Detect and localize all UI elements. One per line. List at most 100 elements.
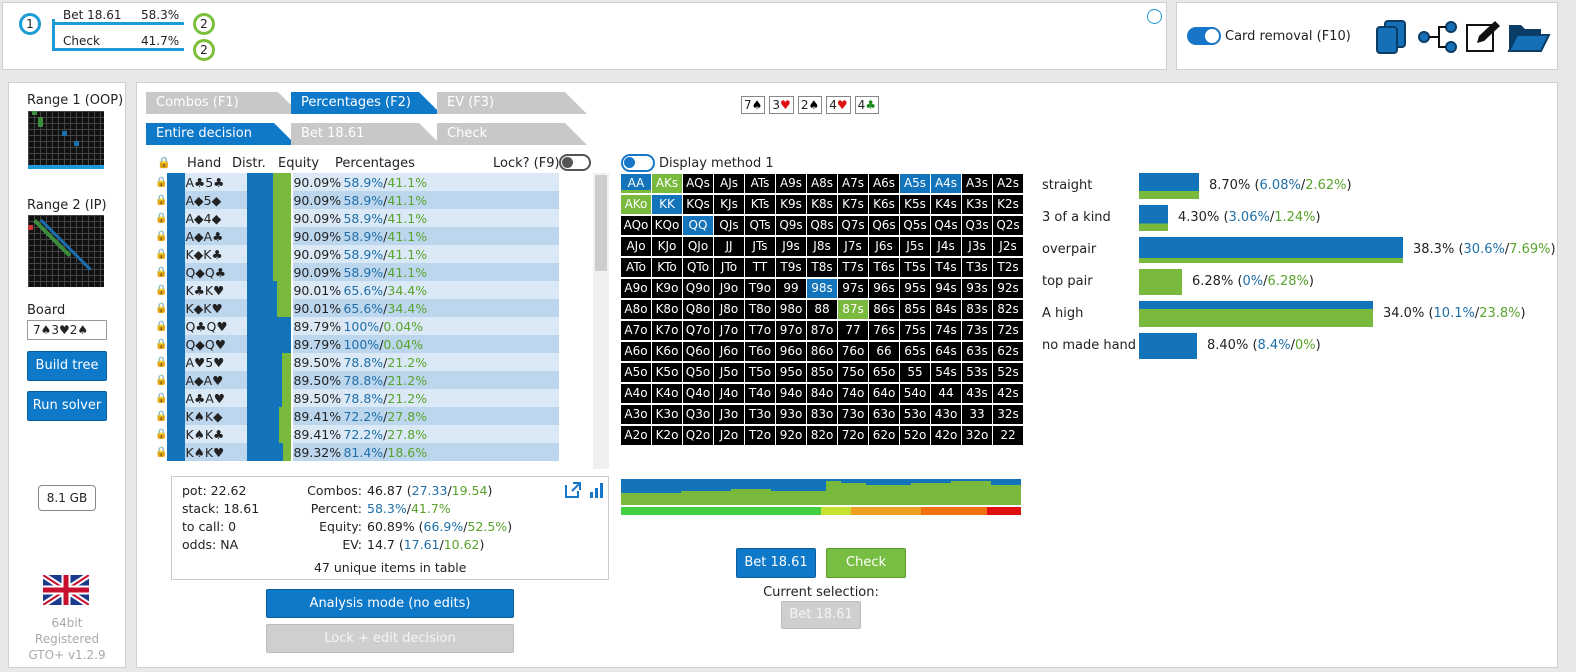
grid-cell[interactable]: Q6o	[683, 342, 713, 361]
table-row[interactable]: 🔒 A♣5♣ 90.09% 58.9%/41.1%	[155, 173, 560, 191]
grid-cell[interactable]: 92s	[993, 279, 1023, 298]
grid-cell[interactable]: 42s	[993, 384, 1023, 403]
grid-cell[interactable]: J5o	[714, 363, 744, 382]
grid-cell[interactable]: T5o	[745, 363, 775, 382]
grid-cell[interactable]: 95o	[776, 363, 806, 382]
analysis-mode-button[interactable]: Analysis mode (no edits)	[266, 589, 514, 618]
grid-cell[interactable]: QJs	[714, 216, 744, 235]
grid-cell[interactable]: J9s	[776, 237, 806, 256]
grid-cell[interactable]: K7o	[652, 321, 682, 340]
grid-cell[interactable]: 66	[869, 342, 899, 361]
table-row[interactable]: 🔒 A◆A♣ 90.09% 58.9%/41.1%	[155, 227, 560, 245]
grid-cell[interactable]: KTs	[745, 195, 775, 214]
grid-cell[interactable]: A6o	[621, 342, 651, 361]
grid-cell[interactable]: 86s	[869, 300, 899, 319]
lock-icon[interactable]: 🔒	[155, 425, 168, 443]
grid-cell[interactable]: 32s	[993, 405, 1023, 424]
grid-cell[interactable]: 93s	[962, 279, 992, 298]
col-percentages[interactable]: Percentages	[335, 156, 415, 171]
grid-cell[interactable]: Q2s	[993, 216, 1023, 235]
grid-cell[interactable]: ATo	[621, 258, 651, 277]
table-row[interactable]: 🔒 K♠K♥ 89.32% 81.4%/18.6%	[155, 443, 560, 461]
grid-cell[interactable]: K6o	[652, 342, 682, 361]
grid-cell[interactable]: J7s	[838, 237, 868, 256]
grid-cell[interactable]: 63o	[869, 405, 899, 424]
build-tree-button[interactable]: Build tree	[27, 351, 107, 381]
copy-icon[interactable]	[1375, 19, 1409, 55]
grid-cell[interactable]: A8s	[807, 174, 837, 193]
check-action-button[interactable]: Check	[826, 548, 906, 578]
lock-icon[interactable]: 🔒	[155, 209, 168, 227]
table-row[interactable]: 🔒 A◆5◆ 90.09% 58.9%/41.1%	[155, 191, 560, 209]
child-node-bet[interactable]: 2	[193, 13, 215, 35]
grid-cell[interactable]: A2s	[993, 174, 1023, 193]
grid-cell[interactable]: K4o	[652, 384, 682, 403]
lock-icon[interactable]: 🔒	[155, 443, 168, 461]
grid-cell[interactable]: 33	[962, 405, 992, 424]
grid-cell[interactable]: AQo	[621, 216, 651, 235]
grid-cell[interactable]: 73s	[962, 321, 992, 340]
table-row[interactable]: 🔒 K◆K♣ 90.09% 58.9%/41.1%	[155, 245, 560, 263]
table-scrollbar[interactable]	[593, 173, 609, 469]
grid-cell[interactable]: 22	[993, 426, 1023, 445]
grid-cell[interactable]: J8o	[714, 300, 744, 319]
grid-cell[interactable]: ATs	[745, 174, 775, 193]
grid-cell[interactable]: A5o	[621, 363, 651, 382]
grid-cell[interactable]: QQ	[683, 216, 713, 235]
grid-cell[interactable]: T6s	[869, 258, 899, 277]
tab-check[interactable]: Check	[437, 123, 587, 145]
grid-cell[interactable]: Q3s	[962, 216, 992, 235]
grid-cell[interactable]: 77	[838, 321, 868, 340]
grid-cell[interactable]: T8o	[745, 300, 775, 319]
grid-cell[interactable]: T2s	[993, 258, 1023, 277]
grid-cell[interactable]: 75s	[900, 321, 930, 340]
lock-toggle[interactable]	[559, 154, 591, 171]
grid-cell[interactable]: 86o	[807, 342, 837, 361]
lock-icon[interactable]: 🔒	[155, 317, 168, 335]
grid-cell[interactable]: T7o	[745, 321, 775, 340]
grid-cell[interactable]: 54s	[931, 363, 961, 382]
grid-cell[interactable]: Q8s	[807, 216, 837, 235]
grid-cell[interactable]: K2o	[652, 426, 682, 445]
grid-cell[interactable]: AKs	[652, 174, 682, 193]
grid-cell[interactable]: 72o	[838, 426, 868, 445]
grid-cell[interactable]: K9o	[652, 279, 682, 298]
grid-cell[interactable]: A4s	[931, 174, 961, 193]
table-row[interactable]: 🔒 A♥5♥ 89.50% 78.8%/21.2%	[155, 353, 560, 371]
tab-entire-decision[interactable]: Entire decision	[146, 123, 296, 145]
grid-cell[interactable]: AA	[621, 174, 651, 193]
category-bar[interactable]	[1139, 205, 1168, 231]
grid-cell[interactable]: 75o	[838, 363, 868, 382]
grid-cell[interactable]: J4o	[714, 384, 744, 403]
grid-cell[interactable]: A6s	[869, 174, 899, 193]
grid-cell[interactable]: J5s	[900, 237, 930, 256]
lock-icon[interactable]: 🔒	[155, 299, 168, 317]
lock-icon[interactable]: 🔒	[155, 245, 168, 263]
tab-ev[interactable]: EV (F3)	[437, 92, 587, 114]
bar-chart-icon[interactable]	[588, 481, 606, 499]
grid-cell[interactable]: 92o	[776, 426, 806, 445]
tab-percentages[interactable]: Percentages (F2)	[291, 92, 441, 114]
grid-cell[interactable]: K7s	[838, 195, 868, 214]
grid-cell[interactable]: T5s	[900, 258, 930, 277]
grid-cell[interactable]: 32o	[962, 426, 992, 445]
grid-cell[interactable]: A8o	[621, 300, 651, 319]
lock-icon[interactable]: 🔒	[155, 191, 168, 209]
grid-cell[interactable]: Q6s	[869, 216, 899, 235]
grid-cell[interactable]: T8s	[807, 258, 837, 277]
grid-cell[interactable]: 43o	[931, 405, 961, 424]
grid-cell[interactable]: Q7o	[683, 321, 713, 340]
grid-cell[interactable]: A7s	[838, 174, 868, 193]
grid-cell[interactable]: 42o	[931, 426, 961, 445]
table-row[interactable]: 🔒 K♠K♣ 89.41% 72.2%/27.8%	[155, 425, 560, 443]
edit-icon[interactable]	[1465, 19, 1501, 55]
lock-icon[interactable]: 🔒	[155, 281, 168, 299]
grid-cell[interactable]: K8o	[652, 300, 682, 319]
grid-cell[interactable]: T3o	[745, 405, 775, 424]
grid-cell[interactable]: Q5s	[900, 216, 930, 235]
lock-icon[interactable]: 🔒	[155, 371, 168, 389]
grid-cell[interactable]: 98s	[807, 279, 837, 298]
grid-cell[interactable]: J4s	[931, 237, 961, 256]
category-bar[interactable]	[1139, 269, 1182, 295]
grid-cell[interactable]: 87o	[807, 321, 837, 340]
